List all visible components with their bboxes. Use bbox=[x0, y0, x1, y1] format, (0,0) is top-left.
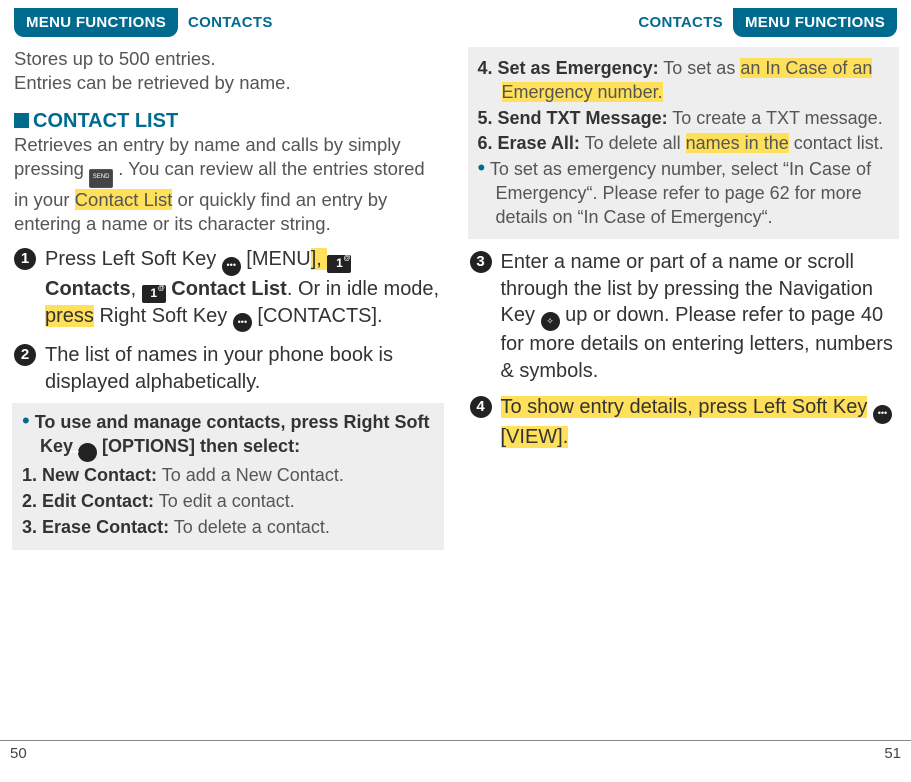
number-badge-1: 1 bbox=[14, 248, 36, 270]
soft-key-icon: ••• bbox=[233, 313, 252, 332]
bullet-icon: • bbox=[22, 408, 30, 433]
one-key-icon: 1 bbox=[142, 285, 166, 303]
step-3: 3 Enter a name or part of a name or scro… bbox=[470, 249, 898, 384]
number-badge-4: 4 bbox=[470, 396, 492, 418]
step-2-text: The list of names in your phone book is … bbox=[45, 342, 442, 395]
right-header: CONTACTS MENU FUNCTIONS bbox=[470, 8, 898, 37]
step-3-text: Enter a name or part of a name or scroll… bbox=[501, 249, 898, 384]
contact-list-paragraph: Retrieves an entry by name and calls by … bbox=[14, 133, 442, 237]
page-number-left: 50 bbox=[0, 741, 456, 766]
step-1: 1 Press Left Soft Key ••• [MENU], 1 Cont… bbox=[14, 246, 442, 332]
menu-functions-tab-right: MENU FUNCTIONS bbox=[733, 8, 897, 37]
send-key-icon: SEND bbox=[89, 169, 113, 188]
soft-key-icon: ••• bbox=[873, 405, 892, 424]
step-4: 4 To show entry details, press Left Soft… bbox=[470, 394, 898, 450]
step-2: 2 The list of names in your phone book i… bbox=[14, 342, 442, 395]
page-number-right: 51 bbox=[456, 741, 911, 766]
bullet-icon: • bbox=[478, 155, 486, 180]
soft-key-icon: ••• bbox=[78, 443, 97, 462]
number-badge-2: 2 bbox=[14, 344, 36, 366]
intro-line-1: Stores up to 500 entries. bbox=[14, 47, 442, 71]
nav-key-icon: ✧ bbox=[541, 312, 560, 331]
highlight-contact-list: Contact List bbox=[75, 189, 173, 210]
number-badge-3: 3 bbox=[470, 251, 492, 273]
intro-line-2: Entries can be retrieved by name. bbox=[14, 71, 442, 95]
step-4-text: To show entry details, press Left Soft K… bbox=[501, 394, 898, 450]
left-header: MENU FUNCTIONS CONTACTS bbox=[14, 8, 442, 37]
contacts-label-left: CONTACTS bbox=[188, 14, 273, 31]
contacts-label-right: CONTACTS bbox=[638, 14, 723, 31]
square-icon bbox=[14, 113, 29, 128]
section-contact-list: CONTACT LIST bbox=[14, 110, 442, 133]
one-key-icon: 1 bbox=[327, 255, 351, 273]
options-box-left: • To use and manage contacts, press Righ… bbox=[12, 403, 444, 549]
page-footer: 50 51 bbox=[0, 740, 911, 766]
options-box-right: 4. Set as Emergency: To set as an In Cas… bbox=[468, 47, 900, 239]
menu-functions-tab-left: MENU FUNCTIONS bbox=[14, 8, 178, 37]
step-1-text: Press Left Soft Key ••• [MENU], 1 Contac… bbox=[45, 246, 442, 332]
soft-key-icon: ••• bbox=[222, 257, 241, 276]
